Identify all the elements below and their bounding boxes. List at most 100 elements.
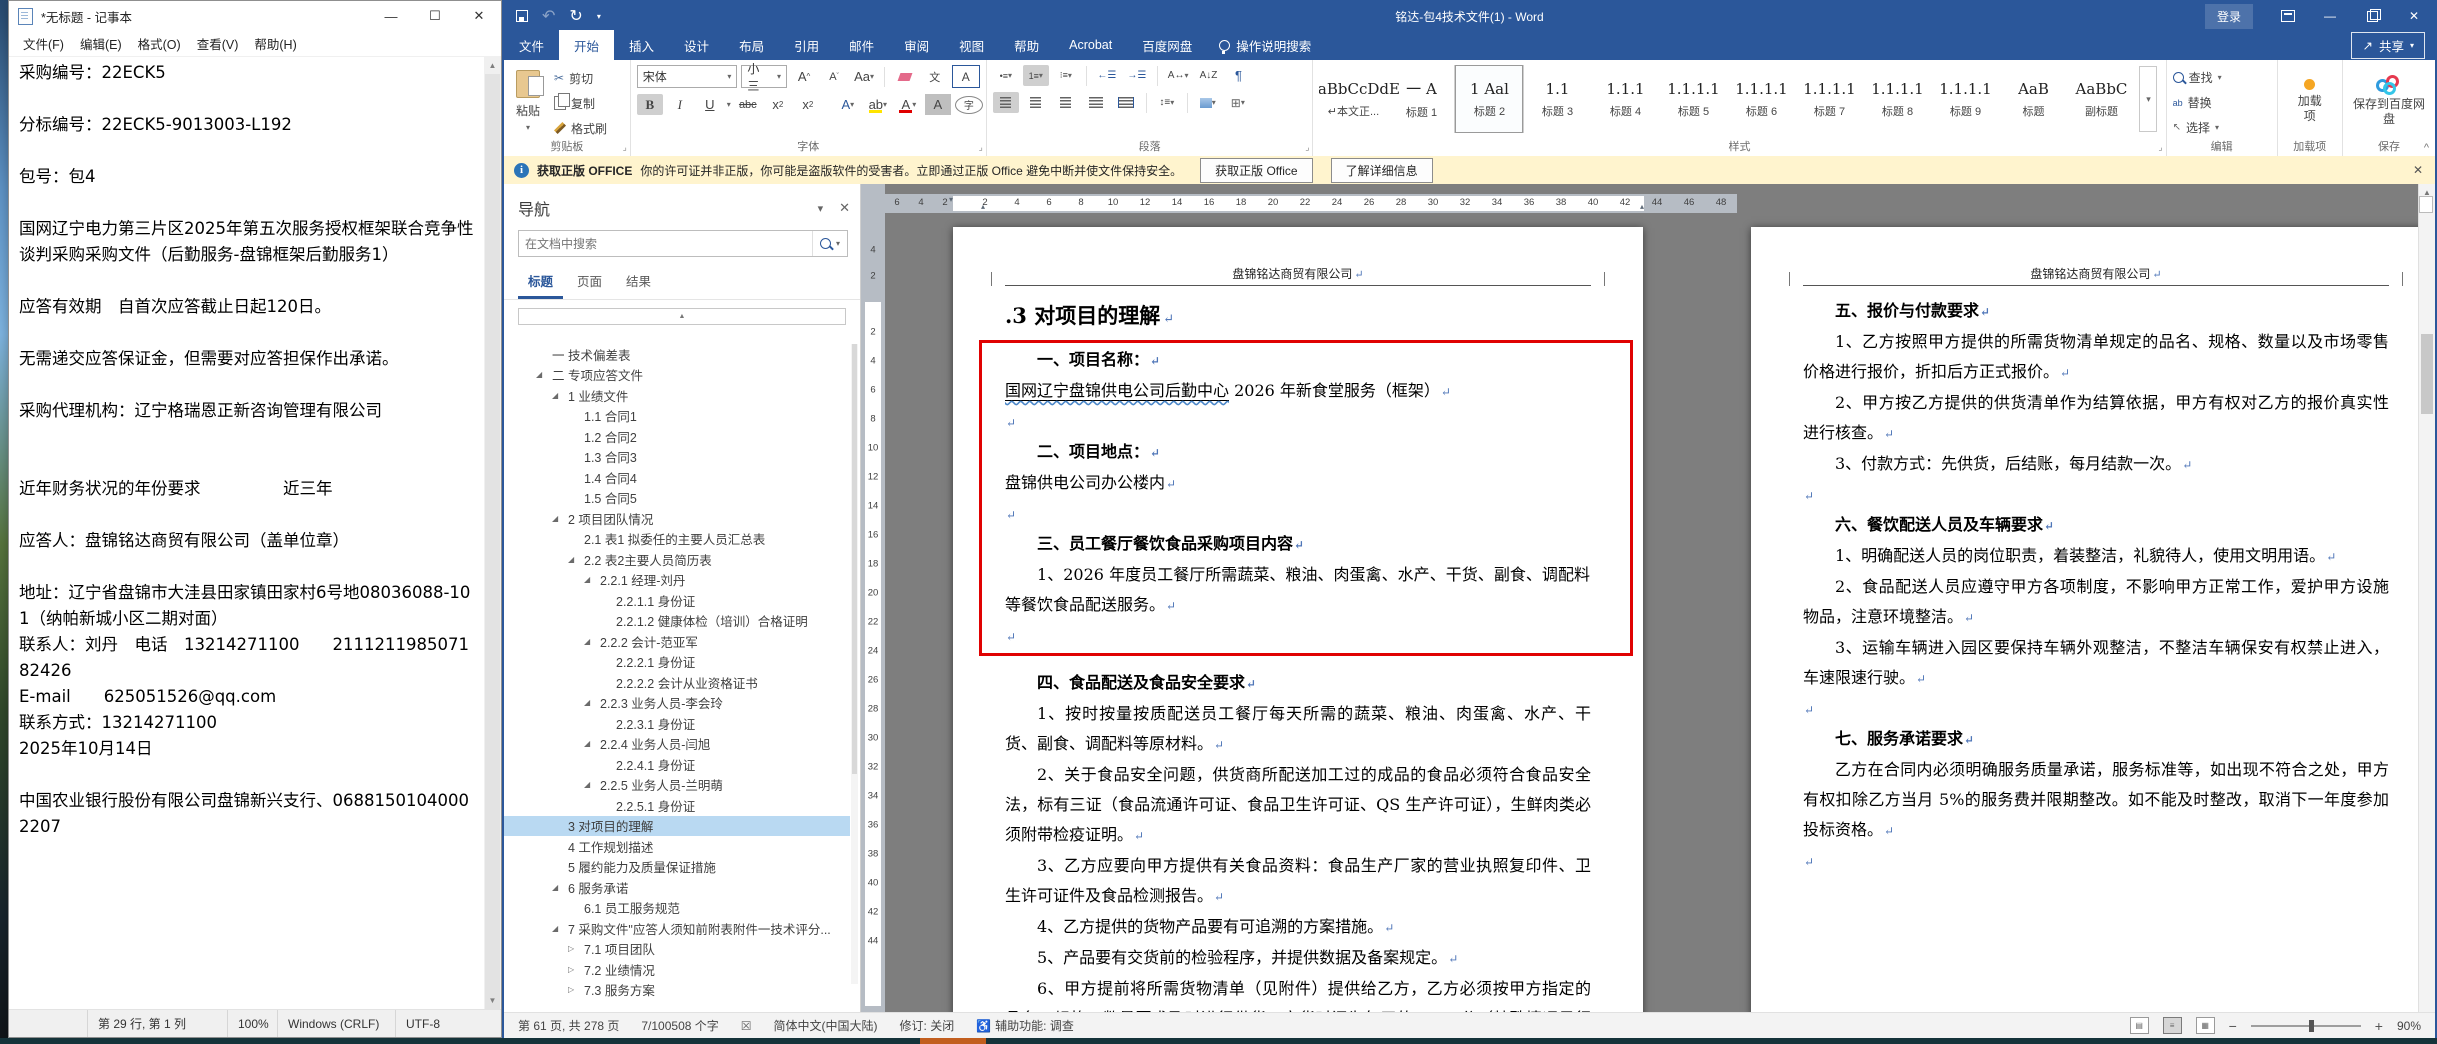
align-left-button[interactable] xyxy=(992,92,1019,113)
ribbon-tab[interactable]: 帮助 xyxy=(999,30,1054,60)
font-color-button[interactable]: A ▾ xyxy=(895,94,921,115)
numbering-button[interactable]: 1≡ ▾ xyxy=(1022,65,1049,86)
asian-layout-button[interactable]: A↔ ▾ xyxy=(1165,65,1192,86)
tree-expander-icon[interactable]: ▷ xyxy=(568,944,584,953)
replace-button[interactable]: ab 替换 xyxy=(2173,92,2271,113)
minimize-button[interactable]: — xyxy=(2309,2,2351,30)
dialog-launcher-icon[interactable]: ⌟ xyxy=(2158,142,2162,153)
nav-tree-item[interactable]: 1.1 合同1 xyxy=(504,406,850,427)
right-indent-marker[interactable]: ▴ xyxy=(1640,202,1644,211)
ribbon-tab[interactable]: 插入 xyxy=(614,30,669,60)
superscript-button[interactable]: x2 xyxy=(795,94,821,115)
bullets-button[interactable]: •≡ ▾ xyxy=(993,65,1019,86)
ribbon-tab[interactable]: 视图 xyxy=(944,30,999,60)
find-button[interactable]: 查找 ▾ xyxy=(2172,67,2271,88)
character-border-button[interactable]: A xyxy=(951,65,980,88)
borders-button[interactable]: ⊞ ▾ xyxy=(1225,92,1251,113)
cut-button[interactable]: ✂ 剪切 xyxy=(554,67,607,89)
status-accessibility[interactable]: ♿ 辅助功能: 调查 xyxy=(976,1017,1074,1034)
first-line-indent-marker[interactable]: ▴ xyxy=(981,202,985,211)
document-page-62[interactable]: 盘锦铭达商贸有限公司 五、报价与付款要求 1、乙方按照甲方提供的所需货物清单规定的… xyxy=(1751,227,2418,1012)
save-to-baidu-pan-button[interactable]: 保存到百度网盘 xyxy=(2349,65,2429,137)
paste-button[interactable]: 粘贴 ▾ xyxy=(510,65,546,137)
tree-expander-icon[interactable]: ◢ xyxy=(584,637,600,646)
nav-tree-item[interactable]: 2.2.1.2 健康体检（培训）合格证明 xyxy=(504,611,850,632)
scroll-down-icon[interactable]: ▼ xyxy=(484,992,501,1009)
ribbon-tab[interactable]: Acrobat xyxy=(1054,30,1127,60)
zoom-level[interactable]: 90% xyxy=(2397,1019,2421,1033)
scrollbar-thumb[interactable] xyxy=(852,344,857,774)
get-genuine-office-button[interactable]: 获取正版 Office xyxy=(1200,157,1313,183)
chevron-down-icon[interactable]: ▾ xyxy=(818,202,824,215)
style-gallery-item[interactable]: 1.1.1.1 标题 8 xyxy=(1863,65,1931,133)
nav-tree-item[interactable]: 4 工作规划描述 xyxy=(504,836,850,857)
read-mode-button[interactable]: ▤ xyxy=(2129,1017,2149,1034)
shrink-font-button[interactable]: Aˇ xyxy=(821,66,847,87)
menu-item[interactable]: 帮助(H) xyxy=(246,31,304,56)
tree-expander-icon[interactable]: ◢ xyxy=(568,555,584,564)
select-button[interactable]: ↖ 选择 ▾ xyxy=(2173,117,2271,138)
line-spacing-button[interactable]: ↕≡ ▾ xyxy=(1154,92,1180,113)
navigation-scrollbar[interactable] xyxy=(851,344,858,984)
nav-tree-item[interactable]: ▷ 7.1 项目团队 xyxy=(504,939,850,960)
nav-tree-item[interactable]: 2.2.2.2 会计从业资格证书 xyxy=(504,672,850,693)
nav-tree-item[interactable]: 2.2.2.1 身份证 xyxy=(504,652,850,673)
nav-tree-item[interactable]: 1.2 合同2 xyxy=(504,426,850,447)
close-navigation-icon[interactable]: ✕ xyxy=(839,200,850,216)
status-page-count[interactable]: 第 61 页, 共 278 页 xyxy=(518,1017,619,1034)
style-gallery-item[interactable]: AaBbC 副标题 xyxy=(2067,65,2135,133)
status-track-changes[interactable]: 修订: 关闭 xyxy=(900,1017,955,1034)
tree-expander-icon[interactable]: ◢ xyxy=(536,370,552,379)
ruler-toggle-button[interactable] xyxy=(2419,196,2433,213)
save-icon[interactable] xyxy=(516,10,528,22)
navigation-tab[interactable]: 标题 xyxy=(518,267,564,299)
align-center-button[interactable] xyxy=(1023,92,1049,113)
ribbon-display-options-button[interactable] xyxy=(2267,2,2309,30)
shading-button[interactable]: ▾ xyxy=(1195,92,1221,113)
scroll-up-icon[interactable]: ▲ xyxy=(484,57,501,74)
collapse-ribbon-icon[interactable]: ^ xyxy=(2424,142,2429,154)
grow-font-button[interactable]: A ^ xyxy=(791,66,817,87)
clear-formatting-button[interactable] xyxy=(892,66,918,87)
ribbon-tab[interactable]: 开始 xyxy=(559,30,615,60)
style-gallery-item[interactable]: 1.1 标题 3 xyxy=(1523,65,1591,133)
nav-tree-item[interactable]: ◢ 2.2.4 业务人员-闫旭 xyxy=(504,734,850,755)
tell-me-search[interactable]: 操作说明搜索 xyxy=(1207,30,1323,60)
style-gallery-item[interactable]: 1.1.1 标题 4 xyxy=(1591,65,1659,133)
nav-tree-item[interactable]: 1.5 合同5 xyxy=(504,488,850,509)
document-page-61[interactable]: 盘锦铭达商贸有限公司 .3 对项目的理解 一、项目名称： 国网辽宁盘锦供电公司后… xyxy=(953,227,1643,1012)
tree-expander-icon[interactable]: ◢ xyxy=(584,739,600,748)
document-search-box[interactable]: ▾ xyxy=(518,230,848,257)
ribbon-tab[interactable]: 百度网盘 xyxy=(1127,30,1207,60)
maximize-button[interactable]: ☐ xyxy=(413,1,457,31)
print-layout-button[interactable]: ≡ xyxy=(2162,1017,2182,1034)
nav-tree-item[interactable]: ◢ 2.2 表2主要人员简历表 xyxy=(504,549,850,570)
chevron-down-icon[interactable]: ▾ xyxy=(727,100,731,109)
copy-button[interactable]: 复制 xyxy=(554,92,607,114)
qat-customize-icon[interactable]: ▾ xyxy=(597,12,601,21)
subscript-button[interactable]: x2 xyxy=(765,94,791,115)
undo-icon[interactable]: ↶ xyxy=(542,6,555,26)
decrease-indent-button[interactable]: ←☰ xyxy=(1094,65,1120,86)
nav-tree-item[interactable]: 一 技术偏差表 xyxy=(504,344,850,365)
nav-tree-item[interactable]: ◢ 2.2.3 业务人员-李会玲 xyxy=(504,693,850,714)
notepad-titlebar[interactable]: *无标题 - 记事本 — ☐ ✕ xyxy=(9,1,501,31)
nav-tree-item[interactable]: ▷ 7.2 业绩情况 xyxy=(504,959,850,980)
tree-expander-icon[interactable]: ◢ xyxy=(584,698,600,707)
nav-tree-item[interactable]: 5 履约能力及质量保证措施 xyxy=(504,857,850,878)
menu-item[interactable]: 查看(V) xyxy=(189,31,247,56)
jump-to-top-button[interactable]: ▲ xyxy=(518,308,846,325)
ribbon-tab[interactable]: 布局 xyxy=(724,30,779,60)
nav-tree-item[interactable]: 6.1 员工服务规范 xyxy=(504,898,850,919)
nav-tree-item[interactable]: 2.2.1.1 身份证 xyxy=(504,590,850,611)
dialog-launcher-icon[interactable]: ⌟ xyxy=(979,142,983,153)
restore-button[interactable] xyxy=(2351,2,2393,30)
learn-more-button[interactable]: 了解详细信息 xyxy=(1330,157,1433,183)
scrollbar-thumb[interactable] xyxy=(485,74,500,1009)
menu-item[interactable]: 编辑(E) xyxy=(72,31,130,56)
redo-icon[interactable]: ↻ xyxy=(569,6,582,26)
format-painter-button[interactable]: 格式刷 xyxy=(554,117,607,139)
text-effects-button[interactable]: A ▾ xyxy=(835,94,861,115)
nav-tree-item[interactable]: 1.4 合同4 xyxy=(504,467,850,488)
character-shading-button[interactable]: A xyxy=(924,94,951,115)
